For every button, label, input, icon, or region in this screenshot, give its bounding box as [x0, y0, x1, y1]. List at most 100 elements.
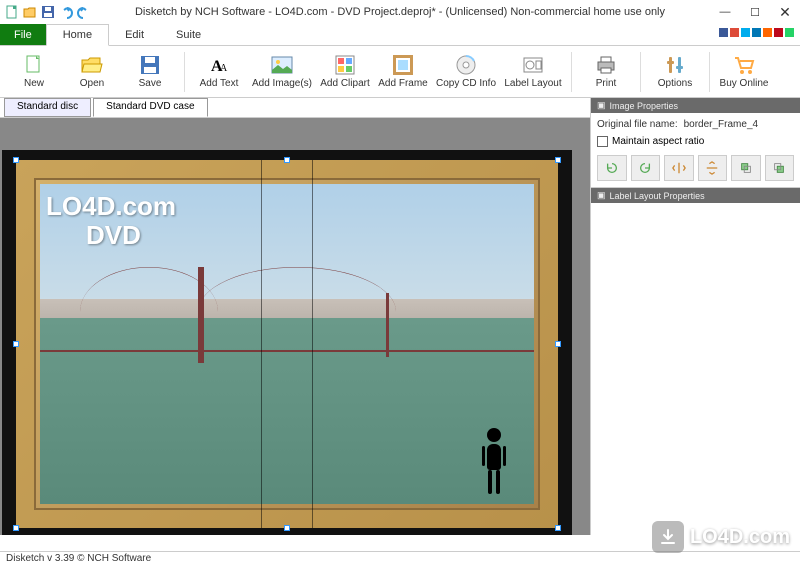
options-icon: [664, 54, 686, 76]
add-frame-button[interactable]: Add Frame: [375, 48, 431, 96]
statusbar: Disketch v 3.39 © NCH Software: [0, 551, 800, 567]
dvd-spine: [261, 160, 313, 528]
checkbox-icon: [597, 136, 608, 147]
ribbon-toolbar: New Open Save AA Add Text Add Image(s) A…: [0, 46, 800, 98]
qat-redo-icon[interactable]: [76, 4, 92, 20]
file-menu[interactable]: File: [0, 24, 46, 45]
add-text-button[interactable]: AA Add Text: [191, 48, 247, 96]
filename-label: Original file name:: [597, 119, 678, 130]
add-images-button[interactable]: Add Image(s): [249, 48, 315, 96]
copy-cd-info-button[interactable]: Copy CD Info: [433, 48, 499, 96]
copy-cd-label: Copy CD Info: [436, 78, 496, 89]
new-button[interactable]: New: [6, 48, 62, 96]
layout-icon: [522, 54, 544, 76]
label-layout-button[interactable]: Label Layout: [501, 48, 565, 96]
label-layout-header[interactable]: ▣ Label Layout Properties: [591, 188, 800, 203]
stick-figure-clipart[interactable]: [476, 428, 512, 498]
doc-tab-disc[interactable]: Standard disc: [4, 98, 91, 117]
social-icons: [719, 28, 794, 37]
qat-save-icon[interactable]: [40, 4, 56, 20]
separator: [571, 52, 572, 92]
bring-front-button[interactable]: [731, 155, 761, 181]
buy-label: Buy Online: [720, 78, 769, 89]
tab-edit[interactable]: Edit: [109, 24, 160, 45]
qat-new-icon[interactable]: [4, 4, 20, 20]
selection-handle[interactable]: [13, 525, 19, 531]
buy-online-button[interactable]: Buy Online: [716, 48, 772, 96]
flip-v-button[interactable]: [698, 155, 728, 181]
image-icon: [271, 54, 293, 76]
panel-title: Image Properties: [610, 101, 679, 111]
maximize-button[interactable]: ☐: [740, 2, 770, 22]
print-icon: [595, 54, 617, 76]
selection-handle[interactable]: [284, 157, 290, 163]
canvas-area[interactable]: Standard disc Standard DVD case LO: [0, 98, 590, 535]
selection-handle[interactable]: [555, 341, 561, 347]
new-icon: [23, 54, 45, 76]
rotate-right-button[interactable]: [631, 155, 661, 181]
status-text: Disketch v 3.39 © NCH Software: [6, 553, 151, 564]
qat-open-icon[interactable]: [22, 4, 38, 20]
social-icon[interactable]: [741, 28, 750, 37]
flip-h-button[interactable]: [664, 155, 694, 181]
add-images-label: Add Image(s): [252, 78, 312, 89]
window-title: Disketch by NCH Software - LO4D.com - DV…: [135, 6, 665, 18]
social-icon[interactable]: [763, 28, 772, 37]
open-button[interactable]: Open: [64, 48, 120, 96]
add-text-label: Add Text: [200, 78, 239, 89]
social-icon[interactable]: [730, 28, 739, 37]
rotate-left-button[interactable]: [597, 155, 627, 181]
separator: [640, 52, 641, 92]
tab-home[interactable]: Home: [46, 24, 109, 46]
selection-handle[interactable]: [13, 341, 19, 347]
menubar: File Home Edit Suite: [0, 24, 800, 46]
selection-handle[interactable]: [284, 525, 290, 531]
aspect-ratio-checkbox[interactable]: Maintain aspect ratio: [597, 136, 794, 147]
image-properties-header[interactable]: ▣ Image Properties: [591, 98, 800, 113]
add-clipart-label: Add Clipart: [320, 78, 369, 89]
open-label: Open: [80, 78, 104, 89]
document-tabs: Standard disc Standard DVD case: [0, 98, 590, 118]
close-button[interactable]: ✕: [770, 2, 800, 22]
properties-panel: ▣ Image Properties Original file name: b…: [590, 98, 800, 535]
selection-handle[interactable]: [13, 157, 19, 163]
print-label: Print: [596, 78, 617, 89]
overlay-text[interactable]: LO4D.com DVD: [46, 192, 176, 249]
tab-suite[interactable]: Suite: [160, 24, 217, 45]
label-layout-body: [591, 203, 800, 535]
image-properties-body: Original file name: border_Frame_4 Maint…: [591, 113, 800, 188]
social-icon[interactable]: [719, 28, 728, 37]
collapse-icon: ▣: [597, 190, 606, 201]
add-frame-label: Add Frame: [378, 78, 427, 89]
frame-icon: [392, 54, 414, 76]
print-button[interactable]: Print: [578, 48, 634, 96]
quick-access-toolbar: [0, 4, 92, 20]
social-icon[interactable]: [752, 28, 761, 37]
open-icon: [81, 54, 103, 76]
social-icon[interactable]: [785, 28, 794, 37]
social-icon[interactable]: [774, 28, 783, 37]
cd-icon: [455, 54, 477, 76]
qat-undo-icon[interactable]: [58, 4, 74, 20]
options-button[interactable]: Options: [647, 48, 703, 96]
window-controls: — ☐ ✕: [710, 2, 800, 22]
dvd-case-canvas[interactable]: LO4D.com DVD: [2, 150, 572, 535]
selection-handle[interactable]: [555, 157, 561, 163]
separator: [184, 52, 185, 92]
new-label: New: [24, 78, 44, 89]
save-label: Save: [139, 78, 162, 89]
label-layout-label: Label Layout: [504, 78, 561, 89]
save-button[interactable]: Save: [122, 48, 178, 96]
main-area: Standard disc Standard DVD case LO: [0, 98, 800, 535]
send-back-button[interactable]: [765, 155, 795, 181]
panel-title: Label Layout Properties: [610, 191, 705, 201]
watermark: LO4D.com: [652, 521, 790, 553]
minimize-button[interactable]: —: [710, 2, 740, 22]
doc-tab-dvd-case[interactable]: Standard DVD case: [93, 98, 207, 117]
add-clipart-button[interactable]: Add Clipart: [317, 48, 373, 96]
svg-text:A: A: [220, 63, 228, 74]
image-action-buttons: [597, 155, 794, 181]
selection-handle[interactable]: [555, 525, 561, 531]
titlebar: Disketch by NCH Software - LO4D.com - DV…: [0, 0, 800, 24]
separator: [709, 52, 710, 92]
